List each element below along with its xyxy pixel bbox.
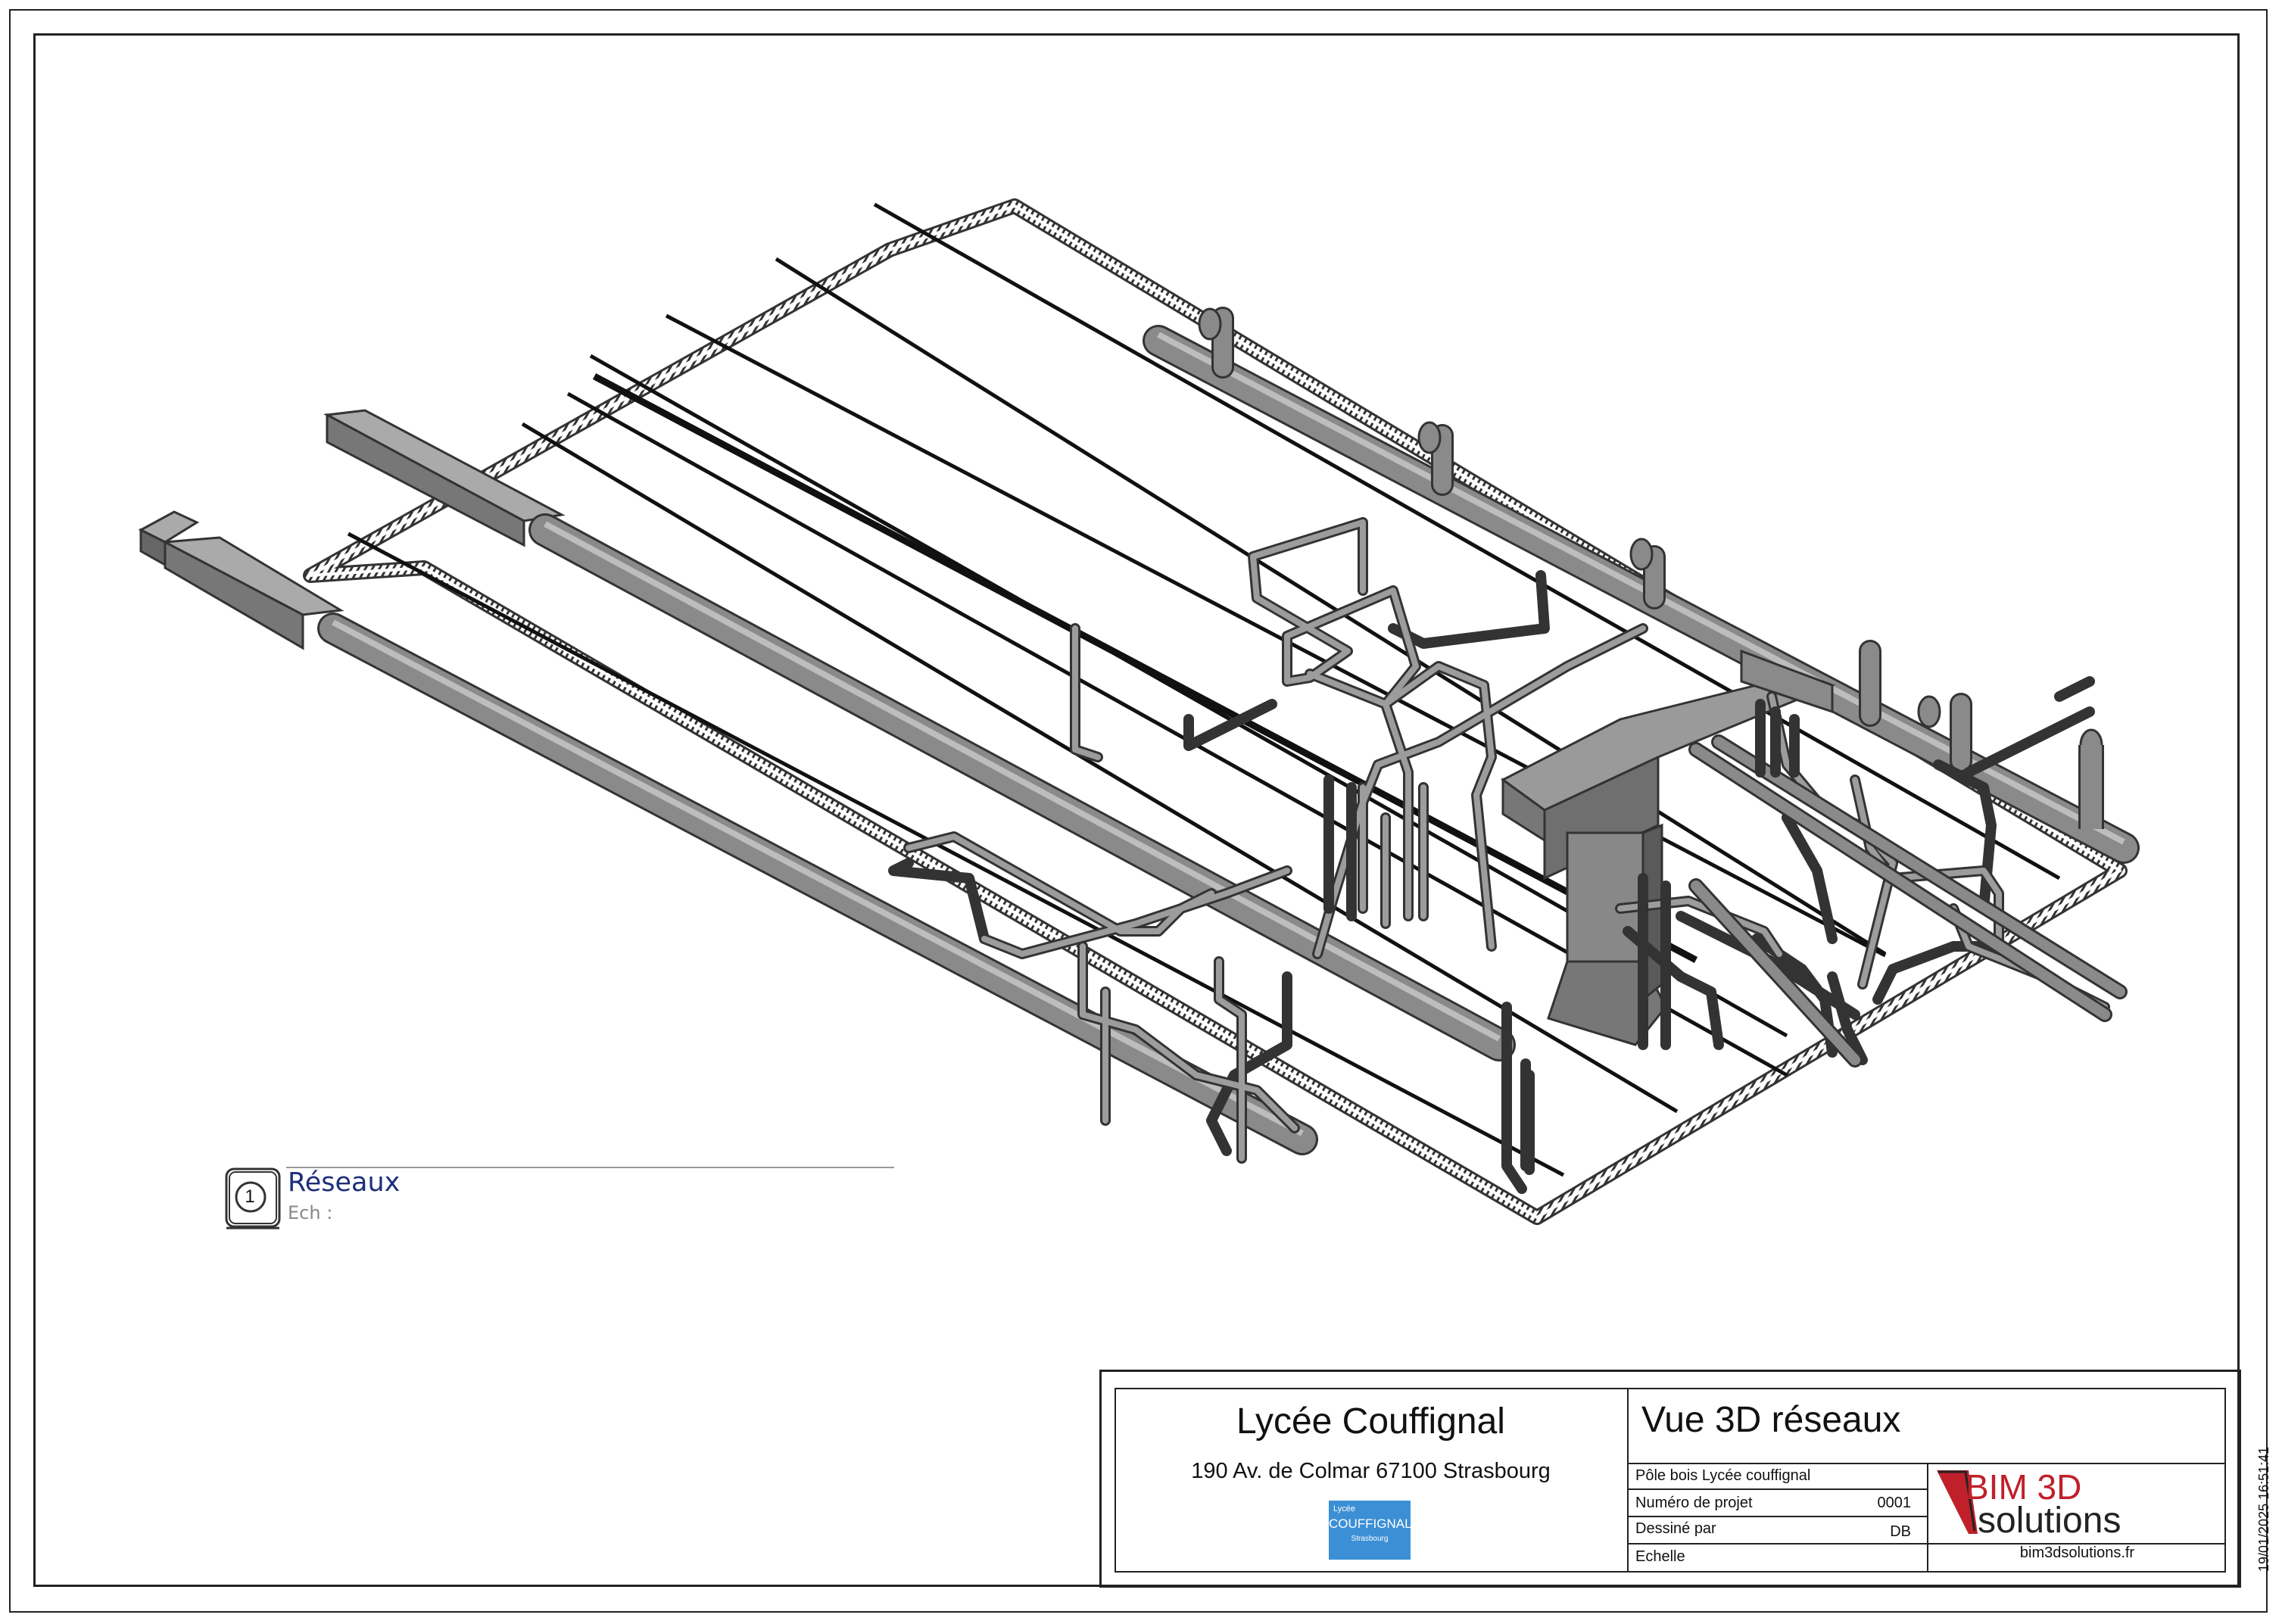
company-website: bim3dsolutions.fr (2019, 1545, 2135, 1561)
project-name: Pôle bois Lycée couffignal (1635, 1467, 1811, 1484)
project-number-label: Numéro de projet (1635, 1495, 1753, 1511)
view-number: 1 (245, 1186, 255, 1207)
school-logo-line2: COUFFIGNAL (1329, 1516, 1412, 1531)
school-logo: Lycée COUFFIGNAL Strasbourg (1329, 1501, 1412, 1560)
view-title: Réseaux (288, 1167, 401, 1198)
title-block-rule (1629, 1488, 1928, 1490)
sheet-title: Vue 3D réseaux (1641, 1400, 1901, 1440)
school-logo-line3: Strasbourg (1351, 1535, 1389, 1543)
print-date: 19/01/2025 16:51:41 (2256, 1446, 2271, 1572)
3d-network-view (138, 198, 2140, 1225)
drawn-by-value: DB (1890, 1523, 1911, 1540)
title-block-rule (1629, 1516, 1928, 1517)
title-block-divider (1627, 1388, 1629, 1573)
company-logo: BIM 3D solutions (1937, 1467, 2121, 1537)
client-name: Lycée Couffignal (1236, 1401, 1505, 1442)
school-logo-line1: Lycée (1333, 1504, 1355, 1513)
drawn-by-label: Dessiné par (1635, 1520, 1716, 1537)
project-number-value: 0001 (1877, 1495, 1912, 1511)
ventilation-duct-2 (138, 510, 1318, 1155)
scale-label: Echelle (1635, 1548, 1685, 1565)
company-logo-line2: solutions (1978, 1501, 2121, 1537)
view-scale-label: Ech : (288, 1202, 333, 1223)
client-address: 190 Av. de Colmar 67100 Strasbourg (1191, 1459, 1551, 1483)
